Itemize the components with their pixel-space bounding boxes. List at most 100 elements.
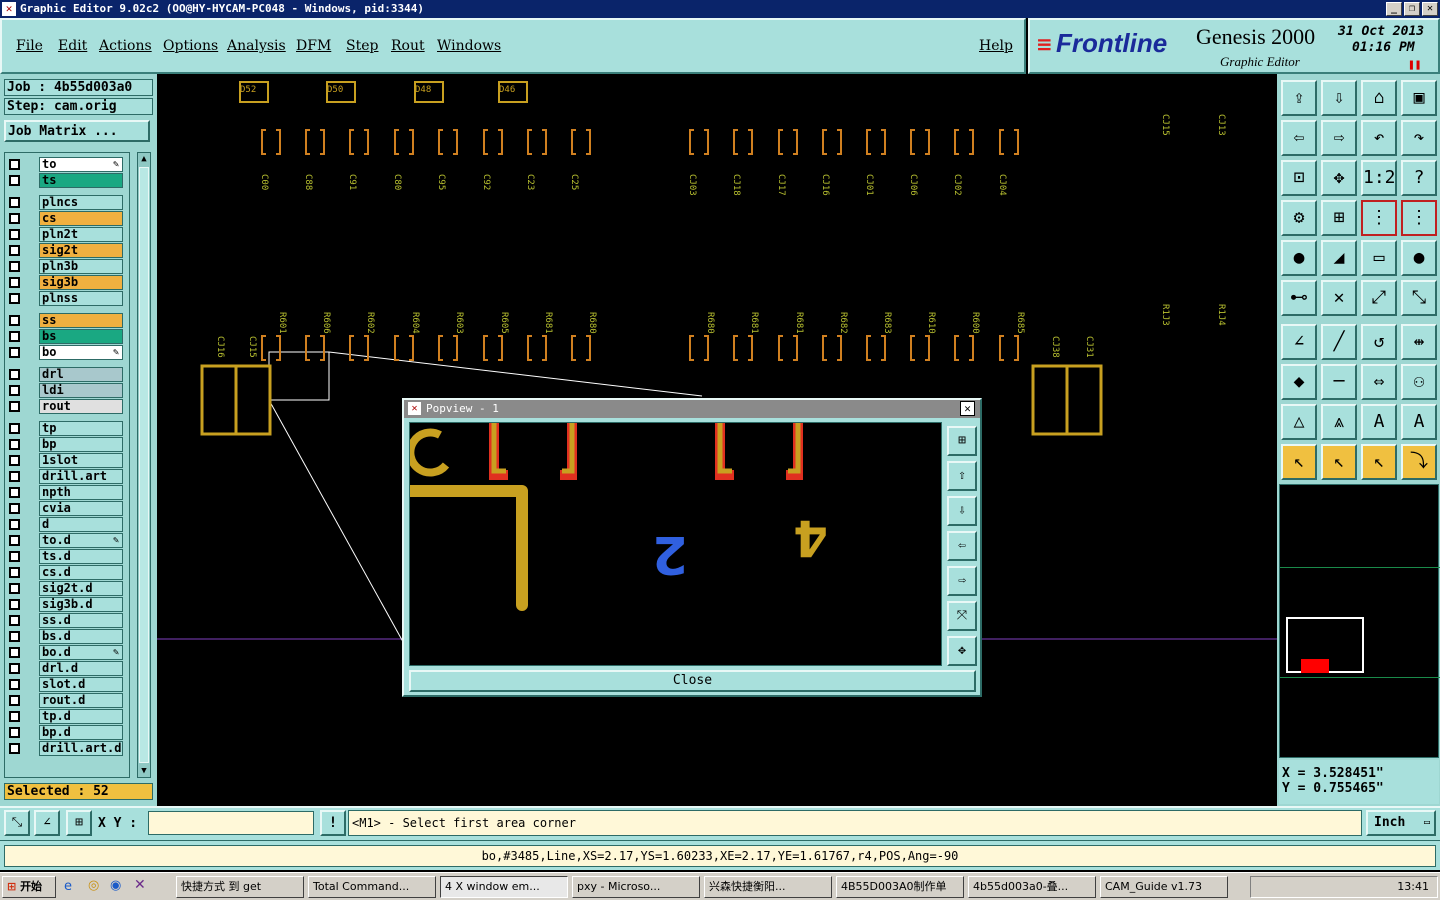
layer-checkbox[interactable] (9, 369, 20, 380)
task-excel-stack[interactable]: 4b55d003a0-叠... (968, 876, 1096, 898)
layer-checkbox[interactable] (9, 401, 20, 412)
h-line-icon[interactable]: ─ (1321, 364, 1357, 400)
job-matrix-button[interactable]: Job Matrix ... (4, 120, 150, 142)
layer-checkbox[interactable] (9, 583, 20, 594)
layer-name[interactable]: d (39, 517, 123, 532)
snap-on-icon[interactable]: ⋮ (1361, 200, 1397, 236)
layer-row[interactable]: to ✎ (5, 157, 123, 172)
layer-name[interactable]: sig3b (39, 275, 123, 290)
ie-icon[interactable]: e (64, 879, 72, 894)
app-icon[interactable]: ◎ (88, 878, 99, 893)
layer-checkbox[interactable] (9, 439, 20, 450)
graph-icon[interactable]: ⊷ (1281, 280, 1317, 316)
layer-row[interactable]: ldi (5, 383, 123, 398)
arc-icon[interactable]: ↺ (1361, 324, 1397, 360)
layer-checkbox[interactable] (9, 229, 20, 240)
task-excel-order[interactable]: 4B55D003A0制作单 (836, 876, 964, 898)
xy-input[interactable] (148, 811, 314, 835)
angle-line-icon[interactable]: ∠ (1281, 324, 1317, 360)
layer-checkbox[interactable] (9, 175, 20, 186)
layer-row[interactable]: ss (5, 313, 123, 328)
layer-name[interactable]: tp.d (39, 709, 123, 724)
layer-row[interactable]: to.d ✎ (5, 533, 123, 548)
layer-row[interactable]: drill.art.d (5, 741, 123, 756)
menu-file[interactable]: File (16, 38, 43, 54)
ratio-icon[interactable]: 1:2 (1361, 160, 1397, 196)
triangle-icon[interactable]: △ (1281, 404, 1317, 440)
menu-actions[interactable]: Actions (99, 38, 152, 54)
layer-name[interactable]: plncs (39, 195, 123, 210)
layer-checkbox[interactable] (9, 385, 20, 396)
layer-name[interactable]: drl (39, 367, 123, 382)
expand-icon[interactable]: ✥ (947, 636, 977, 666)
layer-name[interactable]: rout (39, 399, 123, 414)
export-icon[interactable]: ⇪ (1281, 80, 1317, 116)
undo-icon[interactable]: ↶ (1361, 120, 1397, 156)
layer-row[interactable]: 1slot (5, 453, 123, 468)
home-icon[interactable]: ⌂ (1361, 80, 1397, 116)
layer-name[interactable]: bp (39, 437, 123, 452)
x-app-icon[interactable]: ✕ (134, 877, 146, 893)
menu-windows[interactable]: Windows (437, 38, 501, 54)
overview-map[interactable] (1279, 484, 1440, 758)
popview-close-button[interactable]: Close (409, 670, 976, 692)
cross-icon[interactable]: ✕ (1321, 280, 1357, 316)
ruler-icon[interactable]: ▭ (1361, 240, 1397, 276)
layer-name[interactable]: sig2t.d (39, 581, 123, 596)
layer-row[interactable]: cs.d (5, 565, 123, 580)
node-icon[interactable]: ⤡ (1401, 280, 1437, 316)
layer-row[interactable]: pln2t (5, 227, 123, 242)
measure-icon[interactable]: ⇔ (1361, 364, 1397, 400)
layer-name[interactable]: bp.d (39, 725, 123, 740)
filled-icon[interactable]: ● (1281, 240, 1317, 276)
layer-left-icon[interactable]: ⇦ (1281, 120, 1317, 156)
restore-button[interactable]: ❐ (1404, 2, 1420, 16)
menu-rout[interactable]: Rout (391, 38, 425, 54)
layer-checkbox[interactable] (9, 727, 20, 738)
layer-row[interactable]: drill.art (5, 469, 123, 484)
layer-right-icon[interactable]: ⇨ (1321, 120, 1357, 156)
layer-name[interactable]: tp (39, 421, 123, 436)
layer-checkbox[interactable] (9, 519, 20, 530)
start-button[interactable]: ⊞ 开始 (2, 876, 56, 898)
menu-edit[interactable]: Edit (58, 38, 87, 54)
layer-name[interactable]: cs (39, 211, 123, 226)
task-xingsen[interactable]: 兴森快捷衡阳... (704, 876, 832, 898)
layer-checkbox[interactable] (9, 695, 20, 706)
layer-row[interactable]: pln3b (5, 259, 123, 274)
window-icon[interactable]: ▣ (1401, 80, 1437, 116)
layer-name[interactable]: drill.art.d (39, 741, 123, 756)
scroll-down-icon[interactable]: ▼ (138, 765, 150, 777)
shape-icon[interactable]: ⚇ (1401, 364, 1437, 400)
layer-checkbox[interactable] (9, 711, 20, 722)
layer-name[interactable]: 1slot (39, 453, 123, 468)
connect-icon[interactable]: ⤢ (1361, 280, 1397, 316)
browser-icon[interactable]: ◉ (110, 878, 121, 893)
task-x-window[interactable]: 4 X window em... (440, 876, 568, 898)
layer-checkbox[interactable] (9, 315, 20, 326)
grid-icon[interactable]: ⊞ (1321, 200, 1357, 236)
layer-name[interactable]: bo.d ✎ (39, 645, 123, 660)
layer-checkbox[interactable] (9, 679, 20, 690)
layer-name[interactable]: ts (39, 173, 123, 188)
task-shortcut[interactable]: 快捷方式 到 get (176, 876, 304, 898)
zoom-area-icon[interactable]: ✥ (1321, 160, 1357, 196)
letter-a2-icon[interactable]: A (1401, 404, 1437, 440)
layer-checkbox[interactable] (9, 293, 20, 304)
layer-name[interactable]: pln2t (39, 227, 123, 242)
pan-up-icon[interactable]: ⇧ (947, 461, 977, 491)
layer-row[interactable]: sig2t (5, 243, 123, 258)
layer-name[interactable]: bs (39, 329, 123, 344)
layer-checkbox[interactable] (9, 197, 20, 208)
layer-row[interactable]: drl.d (5, 661, 123, 676)
layer-checkbox[interactable] (9, 331, 20, 342)
layer-name[interactable]: to ✎ (39, 157, 123, 172)
pointer-icon[interactable]: ↖ (1281, 444, 1317, 480)
route-icon[interactable]: ⤵ (1401, 444, 1437, 480)
grid-snap-icon[interactable]: ⊞ (66, 810, 92, 836)
layer-row[interactable]: sig3b.d (5, 597, 123, 612)
tools-icon[interactable]: ⚙ (1281, 200, 1317, 236)
pan-down-icon[interactable]: ⇩ (947, 496, 977, 526)
layer-checkbox[interactable] (9, 631, 20, 642)
layer-name[interactable]: ss (39, 313, 123, 328)
